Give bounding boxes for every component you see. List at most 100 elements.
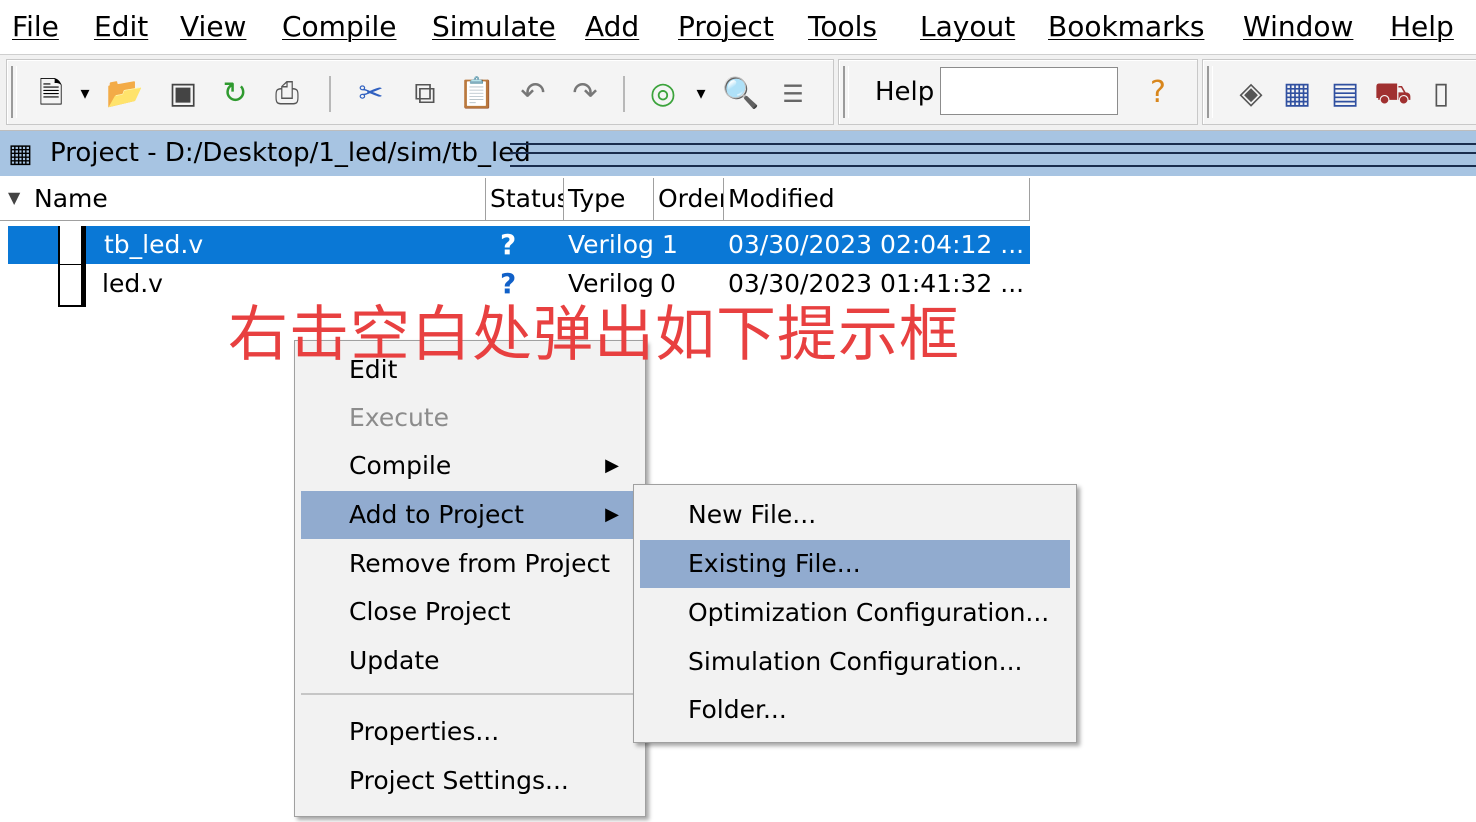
ctx-item-add-to-project[interactable]: Add to Project ▶ (301, 491, 637, 539)
menu-bookmarks[interactable]: Bookmarks (1048, 8, 1204, 46)
column-type[interactable]: Type (564, 178, 654, 220)
status-question-icon: ? (500, 267, 517, 300)
layout-icon[interactable]: ▤ (1327, 76, 1363, 112)
project-icon: ▦ (8, 139, 33, 169)
status-question-icon: ? (500, 228, 517, 261)
print-icon[interactable]: ⎙ (269, 76, 305, 112)
layout-icon[interactable]: ⛟ (1374, 76, 1412, 112)
file-type: Verilog (568, 230, 654, 259)
toolbar-separator (623, 76, 625, 112)
sub-item-folder[interactable]: Folder... (640, 686, 1070, 734)
menu-separator (301, 693, 637, 695)
ctx-item-label: Update (349, 646, 440, 675)
project-title: Project - D:/Desktop/1_led/sim/tb_led (50, 138, 531, 168)
copy-icon[interactable]: ⧉ (407, 76, 443, 112)
dropdown-arrow-icon[interactable]: ▾ (75, 76, 95, 112)
file-type: Verilog (568, 269, 654, 298)
menu-help[interactable]: Help (1390, 8, 1454, 46)
ctx-item-remove-from-project[interactable]: Remove from Project (301, 540, 637, 588)
toolbar: 🗎 ▾ 📂 ▣ ↻ ⎙ ✂ ⧉ 📋 ↶ ↷ ◎ ▾ 🔍 ☰ Help ? ◈ ▦… (0, 55, 1476, 131)
column-order[interactable]: Order (654, 178, 724, 220)
sub-item-label: New File... (688, 500, 817, 529)
column-modified[interactable]: Modified (724, 178, 1030, 220)
sub-item-simulation-configuration[interactable]: Simulation Configuration... (640, 638, 1070, 686)
toolbar-group-layout: ◈ ▦ ▤ ⛟ ▯ (1202, 59, 1476, 125)
ctx-item-label: Add to Project (349, 500, 524, 529)
file-order: 1 (662, 230, 678, 259)
help-label: Help (875, 77, 935, 107)
add-to-project-submenu: New File... Existing File... Optimizatio… (633, 484, 1077, 743)
toolbar-grip[interactable] (843, 66, 849, 118)
save-icon[interactable]: ▣ (165, 76, 201, 112)
context-menu: Edit Execute Compile ▶ Add to Project ▶ Re… (294, 340, 646, 817)
toolbar-grip[interactable] (11, 66, 17, 118)
menu-file[interactable]: File (12, 8, 59, 46)
compile-icon[interactable]: ◎ (645, 76, 681, 112)
ctx-item-label: Properties... (349, 717, 500, 746)
bookmarks-icon[interactable]: ☰ (775, 76, 811, 112)
sub-item-existing-file[interactable]: Existing File... (640, 540, 1070, 588)
submenu-arrow-icon: ▶ (605, 455, 619, 476)
ctx-item-label: Close Project (349, 597, 511, 626)
find-icon[interactable]: 🔍 (722, 76, 759, 112)
file-modified: 03/30/2023 01:41:32 ... (728, 269, 1025, 298)
ctx-item-label: Compile (349, 451, 452, 480)
menu-view[interactable]: View (180, 8, 246, 46)
file-name: tb_led.v (104, 230, 204, 259)
sub-item-label: Folder... (688, 695, 787, 724)
ctx-item-properties[interactable]: Properties... (301, 708, 637, 756)
ctx-item-label: Project Settings... (349, 766, 569, 795)
menu-tools[interactable]: Tools (808, 8, 877, 46)
menu-project[interactable]: Project (678, 8, 774, 46)
menu-layout[interactable]: Layout (920, 8, 1015, 46)
sub-item-new-file[interactable]: New File... (640, 491, 1070, 539)
menu-window[interactable]: Window (1243, 8, 1353, 46)
undo-icon[interactable]: ↶ (515, 76, 551, 112)
file-name: led.v (102, 269, 163, 298)
refresh-icon[interactable]: ↻ (217, 76, 253, 112)
toolbar-separator (329, 76, 331, 112)
ctx-item-close-project[interactable]: Close Project (301, 588, 637, 636)
dropdown-arrow-icon[interactable]: ▾ (691, 76, 711, 112)
toolbar-grip[interactable] (1207, 66, 1213, 118)
file-icon (58, 265, 86, 307)
menu-compile[interactable]: Compile (282, 8, 397, 46)
layout-icon[interactable]: ▯ (1423, 76, 1459, 112)
layout-icon[interactable]: ▦ (1279, 76, 1315, 112)
sub-item-label: Optimization Configuration... (688, 598, 1050, 627)
submenu-arrow-icon: ▶ (605, 504, 619, 525)
project-pane-titlebar[interactable]: ▦ Project - D:/Desktop/1_led/sim/tb_led (0, 131, 1476, 176)
file-row-led[interactable]: led.v ? Verilog 0 03/30/2023 01:41:32 ..… (8, 265, 1030, 307)
menu-add[interactable]: Add (585, 8, 639, 46)
sub-item-label: Simulation Configuration... (688, 647, 1023, 676)
layout-icon[interactable]: ◈ (1233, 76, 1269, 112)
sub-item-label: Existing File... (688, 549, 861, 578)
ctx-item-project-settings[interactable]: Project Settings... (301, 757, 637, 805)
menu-edit[interactable]: Edit (94, 8, 148, 46)
file-row-tb-led[interactable]: tb_led.v ? Verilog 1 03/30/2023 02:04:12… (8, 226, 1030, 266)
menu-simulate[interactable]: Simulate (432, 8, 556, 46)
help-search-input[interactable] (940, 67, 1118, 115)
file-modified: 03/30/2023 02:04:12 ... (728, 230, 1025, 259)
open-folder-icon[interactable]: 📂 (106, 76, 143, 112)
ctx-item-execute: Execute (301, 394, 637, 442)
annotation-text: 右击空白处弹出如下提示框 (228, 300, 960, 370)
file-icon (58, 226, 86, 266)
toolbar-group-standard: 🗎 ▾ 📂 ▣ ↻ ⎙ ✂ ⧉ 📋 ↶ ↷ ◎ ▾ 🔍 ☰ (6, 59, 834, 125)
new-document-icon[interactable]: 🗎 (33, 76, 69, 112)
file-order: 0 (660, 269, 676, 298)
column-name[interactable]: Name (30, 178, 486, 220)
paste-icon[interactable]: 📋 (458, 76, 495, 112)
ctx-item-label: Execute (349, 403, 449, 432)
ctx-item-label: Remove from Project (349, 549, 611, 578)
help-search-icon[interactable]: ? (1140, 75, 1176, 111)
sort-arrow-icon[interactable]: ▼ (8, 186, 20, 210)
ctx-item-update[interactable]: Update (301, 637, 637, 685)
sub-item-optimization-configuration[interactable]: Optimization Configuration... (640, 589, 1070, 637)
titlebar-grip-lines (510, 143, 1476, 167)
menu-bar: File Edit View Compile Simulate Add Proj… (0, 0, 1476, 55)
redo-icon[interactable]: ↷ (567, 76, 603, 112)
ctx-item-compile[interactable]: Compile ▶ (301, 442, 637, 490)
cut-icon[interactable]: ✂ (353, 76, 389, 112)
column-status[interactable]: Status (486, 178, 564, 220)
